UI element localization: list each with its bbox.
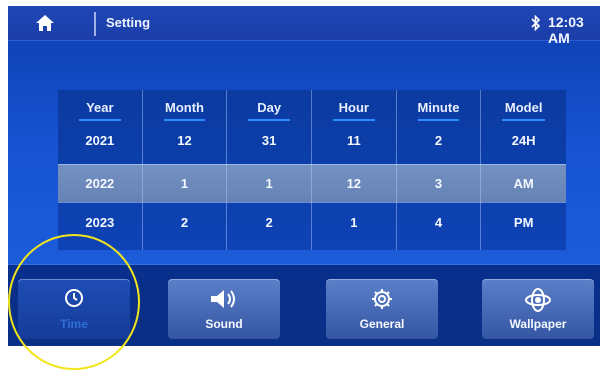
picker-value-selected[interactable]: 1 <box>143 176 227 191</box>
picker-value[interactable]: 31 <box>227 133 311 148</box>
column-header: Minute <box>417 100 460 115</box>
wallpaper-icon <box>524 287 552 318</box>
picker-column-model[interactable]: Model 24H AM PM <box>481 90 566 250</box>
picker-value-selected[interactable]: 1 <box>227 176 311 191</box>
column-header: Hour <box>338 100 369 115</box>
picker-value[interactable]: 4 <box>397 215 481 230</box>
picker-value[interactable]: 12 <box>143 133 227 148</box>
dock-label: Wallpaper <box>509 317 567 331</box>
picker-value-selected[interactable]: 2022 <box>58 176 142 191</box>
column-header: Year <box>86 100 114 115</box>
highlight-circle <box>8 234 140 370</box>
picker-value-selected[interactable]: AM <box>481 176 566 191</box>
header-underline <box>248 119 291 121</box>
picker-value-selected[interactable]: 12 <box>312 176 396 191</box>
status-divider <box>94 12 96 36</box>
picker-value[interactable]: 1 <box>312 215 396 230</box>
picker-value[interactable]: 2 <box>227 215 311 230</box>
status-bar: Setting 12:03 AM <box>8 6 600 46</box>
picker-column-minute[interactable]: Minute 2 3 4 <box>397 90 482 250</box>
column-header: Month <box>165 100 204 115</box>
sound-button[interactable]: Sound <box>168 279 280 339</box>
column-header: Day <box>257 100 282 115</box>
dock-label: Sound <box>205 317 243 331</box>
picker-value[interactable]: 24H <box>481 133 566 148</box>
clock-readout: 12:03 AM <box>548 14 584 46</box>
home-icon <box>36 15 54 31</box>
header-underline <box>78 119 121 121</box>
picker-column-day[interactable]: Day 31 1 2 <box>227 90 312 250</box>
header-underline <box>502 119 545 121</box>
speaker-icon <box>207 287 241 316</box>
header-underline <box>332 119 375 121</box>
gear-icon <box>370 287 394 316</box>
picker-value[interactable]: 2021 <box>58 133 142 148</box>
page-title: Setting <box>106 15 151 30</box>
picker-column-month[interactable]: Month 12 1 2 <box>143 90 228 250</box>
header-underline <box>417 119 460 121</box>
picker-value[interactable]: PM <box>481 215 566 230</box>
picker-column-hour[interactable]: Hour 11 12 1 <box>312 90 397 250</box>
home-button[interactable] <box>34 13 56 33</box>
datetime-picker: Year 2021 2022 2023 Month 12 1 2 Day 31 … <box>58 90 566 250</box>
picker-value[interactable]: 11 <box>312 133 396 148</box>
bluetooth-icon <box>530 14 542 32</box>
dock-label: General <box>359 317 405 331</box>
header-underline <box>163 119 206 121</box>
picker-value[interactable]: 2 <box>143 215 227 230</box>
picker-column-year[interactable]: Year 2021 2022 2023 <box>58 90 143 250</box>
picker-value[interactable]: 2 <box>397 133 481 148</box>
column-header: Model <box>504 100 543 115</box>
picker-value-selected[interactable]: 3 <box>397 176 481 191</box>
picker-value[interactable]: 2023 <box>58 215 142 230</box>
general-button[interactable]: General <box>326 279 438 339</box>
wallpaper-button[interactable]: Wallpaper <box>482 279 594 339</box>
